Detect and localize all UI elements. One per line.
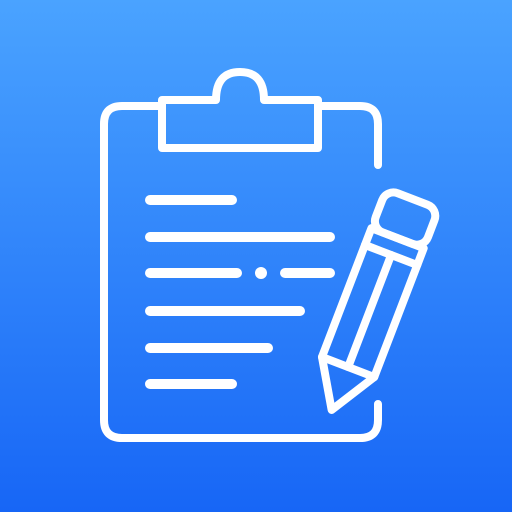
clipboard-text-lines xyxy=(145,195,335,389)
text-dot xyxy=(255,267,267,279)
clipboard-clip xyxy=(158,68,322,152)
app-icon xyxy=(0,0,512,512)
clipboard-pencil-illustration xyxy=(100,68,440,442)
pencil-ferrule xyxy=(360,224,428,270)
pencil-icon xyxy=(317,188,440,414)
